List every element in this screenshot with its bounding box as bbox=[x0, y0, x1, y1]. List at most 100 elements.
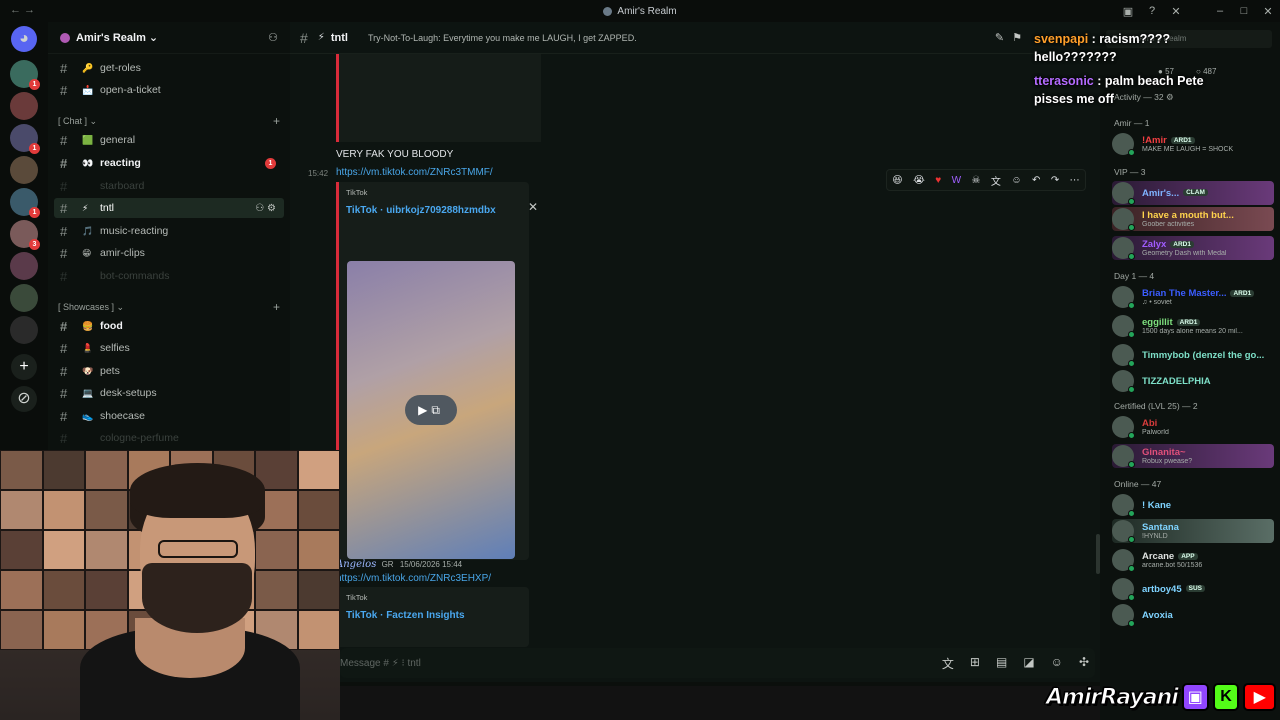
inbox-icon[interactable]: ▣ bbox=[1116, 5, 1140, 18]
laugh-emoji-icon[interactable]: 😆 bbox=[892, 175, 902, 186]
close-embed-icon[interactable]: ✕ bbox=[528, 200, 538, 214]
add-channel-icon[interactable]: + bbox=[273, 114, 280, 128]
status-dot bbox=[1128, 360, 1135, 367]
play-icon[interactable]: ▶⧉ bbox=[405, 395, 457, 425]
server-icon[interactable] bbox=[10, 284, 38, 312]
translate-icon[interactable]: 文 bbox=[942, 655, 954, 672]
member-item[interactable]: Timmybob (denzel the go... bbox=[1112, 343, 1274, 367]
avatar bbox=[1112, 604, 1135, 627]
member-item[interactable]: TIZZADELPHIA bbox=[1112, 369, 1274, 393]
channel-shoecase[interactable]: # 👟 shoecase bbox=[54, 406, 284, 426]
member-status: arcane.bot 50/1536 bbox=[1142, 562, 1203, 569]
server-icon bbox=[603, 6, 613, 16]
server-icon[interactable]: 3 bbox=[10, 220, 40, 250]
member-item[interactable]: Abi Palworld bbox=[1112, 415, 1274, 439]
status-dot bbox=[1128, 565, 1135, 572]
server-icon[interactable] bbox=[10, 92, 38, 120]
avatar bbox=[1112, 208, 1135, 231]
server-header[interactable]: Amir's Realm ⌄ ⚇ bbox=[48, 22, 290, 54]
member-tag: SUS bbox=[1185, 585, 1205, 593]
message-author[interactable]: Angelos bbox=[336, 559, 376, 570]
cry-emoji-icon[interactable]: 😭 bbox=[913, 175, 925, 186]
channel-topic[interactable]: Try-Not-To-Laugh: Everytime you make me … bbox=[368, 33, 637, 43]
channel-music-reacting[interactable]: # 🎵 music-reacting bbox=[54, 221, 284, 241]
server-icon[interactable] bbox=[10, 156, 38, 184]
apps-icon[interactable]: ✣ bbox=[1079, 655, 1089, 672]
channel-starboard[interactable]: # starboard bbox=[54, 176, 284, 196]
channel-get-roles[interactable]: # 🔑 get-roles bbox=[54, 58, 284, 78]
overlay-text: pisses me off bbox=[1034, 92, 1114, 106]
skull-icon[interactable]: ☠ bbox=[971, 175, 980, 186]
heart-icon[interactable]: ♥ bbox=[935, 175, 941, 186]
translate-icon[interactable]: 文 bbox=[991, 173, 1001, 188]
member-item[interactable]: Arcane APP arcane.bot 50/1536 bbox=[1112, 548, 1274, 572]
category-showcases[interactable]: [ Showcases ] ⌄ + bbox=[58, 300, 280, 314]
message-input[interactable]: Message # ⚡ ⁝ tntl bbox=[340, 658, 421, 669]
minimize-button[interactable]: – bbox=[1208, 5, 1232, 17]
server-icon[interactable]: 1 bbox=[10, 124, 40, 154]
member-item[interactable]: ! Kane bbox=[1112, 493, 1274, 517]
member-item[interactable]: Santana !HYNLD bbox=[1112, 519, 1274, 543]
overlay-text: : racism???? bbox=[1091, 32, 1171, 46]
member-item[interactable]: eggillit ARD1 1500 days alone means 20 mil… bbox=[1112, 314, 1274, 338]
member-item[interactable]: !Amir ARD1 MAKE ME LAUGH = SHOCK bbox=[1112, 132, 1274, 156]
forward-icon[interactable]: ↷ bbox=[1051, 175, 1059, 186]
member-item[interactable]: I have a mouth but... Goober activities bbox=[1112, 207, 1274, 231]
message-link[interactable]: https://vm.tiktok.com/ZNRc3EHXP/ bbox=[336, 573, 491, 584]
message-composer[interactable]: Message # ⚡ ⁝ tntl 文 ⊞ ▤ ◪ ☺ ✣ bbox=[340, 648, 1095, 678]
server-icon[interactable]: 1 bbox=[10, 188, 40, 218]
member-item[interactable]: Brian The Master... ARD1 ♫ • soviet bbox=[1112, 285, 1274, 309]
channel-bot-commands[interactable]: # bot-commands bbox=[54, 266, 284, 286]
member-item[interactable]: Ginanita~ Robux pwease? bbox=[1112, 444, 1274, 468]
embed-title[interactable]: TikTok · Factzen Insights bbox=[346, 610, 529, 621]
tools-icon[interactable]: ✕ bbox=[1164, 5, 1188, 18]
w-emoji-icon[interactable]: W bbox=[952, 175, 961, 186]
close-button[interactable]: ✕ bbox=[1256, 5, 1280, 18]
header-icons[interactable]: ✎⚑ bbox=[995, 31, 1030, 44]
channel-settings-icon[interactable]: ⚇ ⚙ bbox=[255, 203, 276, 214]
member-section-header: VIP — 3 bbox=[1114, 167, 1146, 177]
member-item[interactable]: Avoxia bbox=[1112, 603, 1274, 627]
server-icon[interactable] bbox=[10, 316, 38, 344]
gif-icon[interactable]: ▤ bbox=[996, 655, 1007, 672]
channel-food[interactable]: # 🍔 food bbox=[54, 316, 284, 336]
channel-cologne-perfume[interactable]: # cologne-perfume bbox=[54, 428, 284, 448]
member-item[interactable]: artboy45 SUS bbox=[1112, 577, 1274, 601]
help-icon[interactable]: ? bbox=[1140, 5, 1164, 17]
add-reaction-icon[interactable]: ☺ bbox=[1011, 175, 1021, 186]
channel-desk-setups[interactable]: # 💻 desk-setups bbox=[54, 383, 284, 403]
invite-people-icon[interactable]: ⚇ bbox=[268, 31, 278, 44]
status-dot bbox=[1128, 620, 1135, 627]
server-icon[interactable] bbox=[10, 252, 38, 280]
channel-amir-clips[interactable]: # 😁 amir-clips bbox=[54, 243, 284, 263]
gift-icon[interactable]: ⊞ bbox=[970, 655, 980, 672]
add-server-icon[interactable]: + bbox=[11, 354, 37, 380]
video-thumbnail[interactable]: ▶⧉ bbox=[347, 261, 515, 559]
streamer-video bbox=[80, 463, 300, 720]
discord-home-icon[interactable]: ◕ bbox=[11, 26, 37, 52]
channel-selfies[interactable]: # 💄 selfies bbox=[54, 338, 284, 358]
reply-icon[interactable]: ↶ bbox=[1032, 175, 1040, 186]
channel-open-a-ticket[interactable]: # 📩 open-a-ticket bbox=[54, 80, 284, 100]
add-channel-icon[interactable]: + bbox=[273, 300, 280, 314]
sticker-icon[interactable]: ◪ bbox=[1023, 655, 1034, 672]
channel-reacting[interactable]: # 👀 reacting 1 bbox=[54, 153, 284, 173]
hash-icon: # bbox=[60, 82, 68, 98]
message-link[interactable]: https://vm.tiktok.com/ZNRc3TMMF/ bbox=[336, 167, 493, 178]
embed-provider: TikTok bbox=[346, 188, 368, 197]
emoji-icon[interactable]: ☺ bbox=[1051, 655, 1063, 672]
more-icon[interactable]: ⋯ bbox=[1070, 175, 1080, 186]
discover-icon[interactable]: ⊘ bbox=[11, 386, 37, 412]
channel-general[interactable]: # 🟩 general bbox=[54, 130, 284, 150]
channel-pets[interactable]: # 🐶 pets bbox=[54, 361, 284, 381]
avatar bbox=[1112, 549, 1135, 572]
maximize-button[interactable]: □ bbox=[1232, 5, 1256, 17]
embed-title[interactable]: TikTok · uibrkojz709288hzmdbx bbox=[346, 205, 529, 216]
back-forward-arrows[interactable]: ← → bbox=[10, 4, 35, 16]
channel-tntl[interactable]: # ⚡ tntl ⚇ ⚙ bbox=[54, 198, 284, 218]
member-item[interactable]: Zalyx ARD1 Geometry Dash with Medal bbox=[1112, 236, 1274, 260]
category-chat[interactable]: [ Chat ] ⌄ + bbox=[58, 114, 280, 128]
server-icon[interactable]: 1 bbox=[10, 60, 40, 90]
kick-icon: K bbox=[1212, 683, 1240, 711]
member-item[interactable]: Amir's... CLAM bbox=[1112, 181, 1274, 205]
